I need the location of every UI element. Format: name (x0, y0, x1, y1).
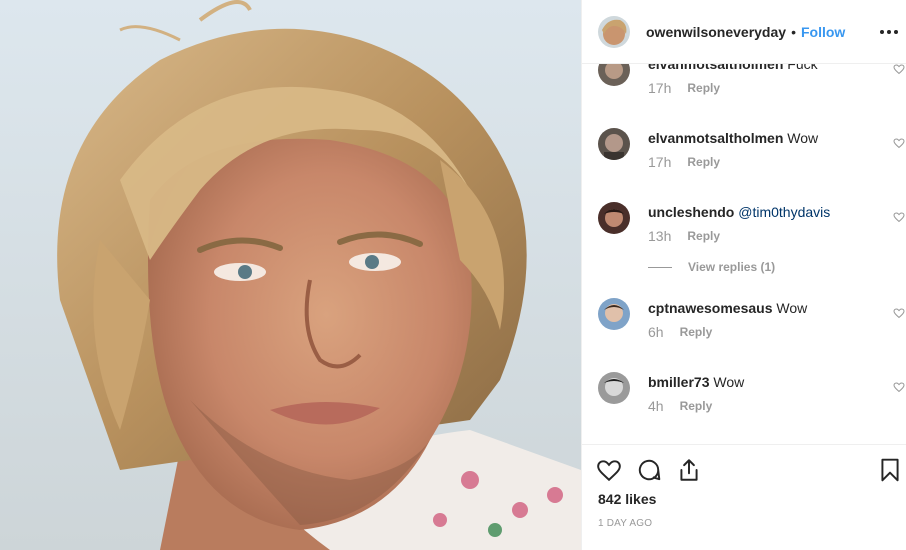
share-icon[interactable] (676, 457, 702, 483)
commenter-username[interactable]: elvanmotsaltholmen (648, 64, 783, 72)
comment-like-heart-icon[interactable] (893, 210, 905, 223)
post-actions: 842 likes 1 DAY AGO (582, 444, 906, 550)
comment-meta: 4h Reply (648, 398, 712, 414)
comment-meta: 6h Reply (648, 324, 712, 340)
comment-like-heart-icon[interactable] (893, 136, 905, 149)
comment-body: Wow (713, 374, 745, 390)
reply-button[interactable]: Reply (687, 155, 720, 169)
commenter-avatar[interactable] (598, 372, 630, 404)
post-timestamp[interactable]: 1 DAY AGO (598, 518, 652, 529)
heart-icon[interactable] (596, 457, 622, 483)
commenter-username[interactable]: uncleshendo (648, 204, 734, 220)
commenter-avatar[interactable] (598, 202, 630, 234)
reply-button[interactable]: Reply (680, 399, 713, 413)
comment-like-heart-icon[interactable] (893, 380, 905, 393)
commenter-avatar[interactable] (598, 64, 630, 86)
comment-text: bmiller73 Wow (648, 374, 744, 390)
commenter-avatar[interactable] (598, 298, 630, 330)
reply-button[interactable]: Reply (680, 325, 713, 339)
comment-like-heart-icon[interactable] (893, 64, 905, 75)
comment-text: elvanmotsaltholmen Wow (648, 130, 818, 146)
comment-text: cptnawesomesaus Wow (648, 300, 807, 316)
follow-button[interactable]: Follow (801, 24, 845, 40)
comment-like-heart-icon[interactable] (893, 306, 905, 319)
view-replies-button[interactable]: View replies (1) (648, 260, 775, 274)
view-replies-line (648, 266, 672, 268)
comment-text: elvanmotsaltholmen Fuck (648, 64, 818, 72)
comment-time[interactable]: 4h (648, 398, 664, 414)
author-username[interactable]: owenwilsoneveryday (646, 24, 786, 40)
comment-meta: 17h Reply (648, 154, 720, 170)
commenter-username[interactable]: cptnawesomesaus (648, 300, 773, 316)
comment-mention-link[interactable]: @tim0thydavis (738, 204, 830, 220)
header-separator: • (791, 23, 796, 40)
commenter-avatar[interactable] (598, 128, 630, 160)
post-sidebar: owenwilsoneveryday • Follow elvanmotsalt… (581, 0, 906, 550)
comment-body: Wow (787, 130, 819, 146)
commenter-username[interactable]: elvanmotsaltholmen (648, 130, 783, 146)
comment-time[interactable]: 6h (648, 324, 664, 340)
comment-icon[interactable] (636, 457, 662, 483)
comment-time[interactable]: 13h (648, 228, 671, 244)
post-photo[interactable] (0, 0, 581, 550)
comment-list[interactable]: elvanmotsaltholmen Fuck 17h Reply elvanm… (582, 64, 906, 444)
comment-body: Fuck (787, 64, 818, 72)
portrait-image (0, 0, 581, 550)
bookmark-icon[interactable] (877, 457, 903, 483)
author-avatar-image (598, 15, 630, 48)
author-avatar[interactable] (598, 15, 630, 48)
comment-meta: 13h Reply (648, 228, 720, 244)
commenter-username[interactable]: bmiller73 (648, 374, 709, 390)
reply-button[interactable]: Reply (687, 81, 720, 95)
comment-text: uncleshendo @tim0thydavis (648, 204, 830, 220)
view-replies-label: View replies (1) (688, 260, 776, 274)
likes-count[interactable]: 842 likes (598, 491, 656, 507)
comment-time[interactable]: 17h (648, 80, 671, 96)
comment-body: Wow (776, 300, 808, 316)
reply-button[interactable]: Reply (687, 229, 720, 243)
post-header: owenwilsoneveryday • Follow (582, 0, 906, 64)
more-horizontal-icon[interactable] (879, 22, 899, 42)
comment-time[interactable]: 17h (648, 154, 671, 170)
comment-meta: 17h Reply (648, 80, 720, 96)
